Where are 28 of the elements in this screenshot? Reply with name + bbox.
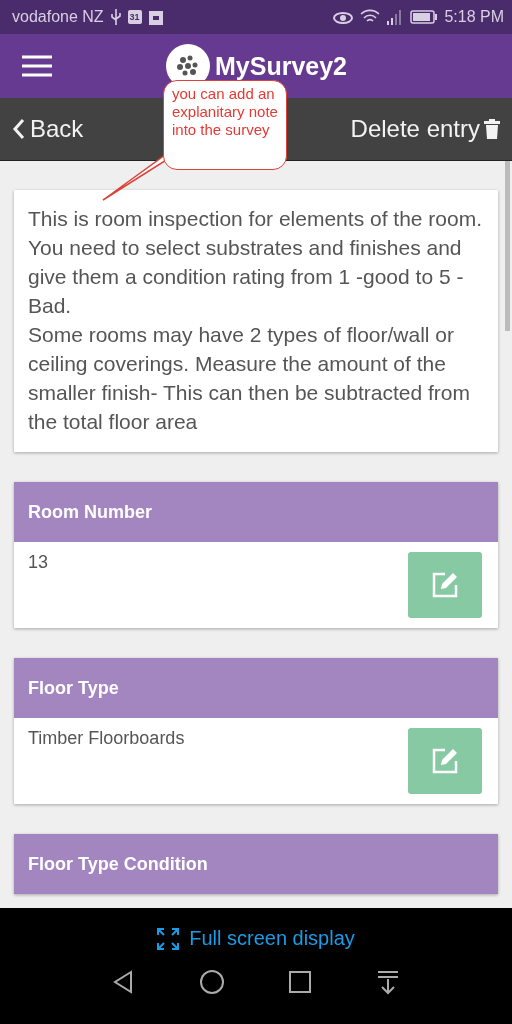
- battery-icon: [410, 10, 439, 24]
- trash-icon: [484, 119, 500, 139]
- field-value: 13: [28, 552, 49, 574]
- eye-icon: [332, 9, 355, 25]
- delete-button[interactable]: Delete entry: [350, 115, 500, 143]
- usb-icon: [109, 8, 122, 26]
- field-label: Floor Type: [14, 658, 498, 718]
- edit-icon: [431, 747, 459, 775]
- field-value: Timber Floorboards: [28, 728, 185, 750]
- carrier-name: vodafone NZ: [12, 8, 104, 26]
- app-title: MySurvey2: [215, 51, 347, 81]
- edit-icon: [431, 571, 459, 599]
- calendar-icon: [147, 8, 164, 26]
- recents-nav-icon[interactable]: [287, 969, 313, 995]
- back-button[interactable]: Back: [12, 115, 84, 143]
- description-text: Some rooms may have 2 types of floor/wall or ceiling coverings. Measure the amount of the smaller finish- This can then be subtracted from the total floor area: [28, 322, 471, 435]
- menu-icon[interactable]: [22, 55, 52, 77]
- field-label: Floor Type Condition: [14, 834, 498, 894]
- description-text: This is room inspection for elements of the room. You need to select substrates and finishes and give them a condition rating from 1 -good to 5 -Bad.: [28, 206, 484, 319]
- notification-pull-icon[interactable]: [375, 969, 401, 995]
- clock: 5:18 PM: [444, 8, 504, 26]
- home-nav-icon[interactable]: [199, 969, 225, 995]
- callout-note: you can add an explanitary note into the survey: [163, 80, 287, 170]
- fullscreen-button[interactable]: Full screen display: [151, 926, 361, 951]
- expand-icon: [157, 927, 180, 950]
- calendar-icon: 31: [127, 10, 142, 24]
- field-label: Room Number: [14, 482, 498, 542]
- chevron-left-icon: [12, 118, 26, 140]
